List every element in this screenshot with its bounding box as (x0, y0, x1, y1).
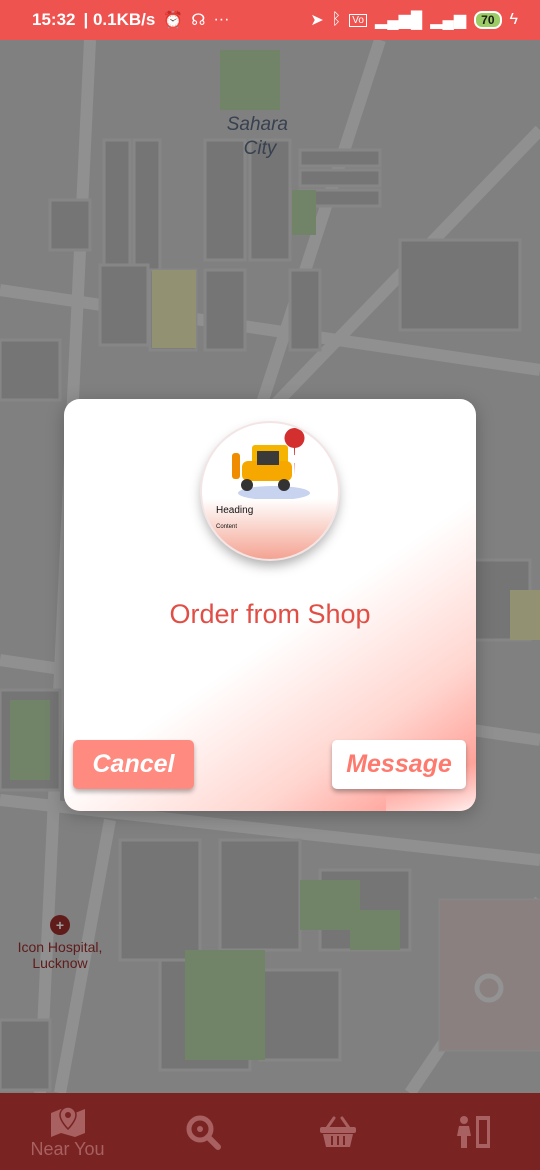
nav-item-search[interactable] (135, 1093, 270, 1170)
alarm-icon: ⏰ (163, 12, 184, 29)
status-bar: 15:32 | 0.1KB/s ⏰ ☊ ··· ➤ ᛒ Vo ▂▄▆█ ▂▄▆ … (0, 0, 540, 40)
message-button[interactable]: Message (332, 740, 466, 789)
status-network-speed: | 0.1KB/s (83, 10, 156, 29)
nav-label-near-you: Near You (30, 1139, 105, 1159)
cancel-button[interactable]: Cancel (73, 740, 194, 789)
battery-indicator: 70 (474, 11, 502, 29)
charging-icon: ϟ (509, 11, 518, 28)
basket-icon (319, 1116, 356, 1147)
person-door-icon (456, 1115, 490, 1148)
order-dialog: Heading Content Order from Shop Cancel M… (64, 399, 476, 811)
nav-item-profile[interactable] (405, 1093, 540, 1170)
search-icon (186, 1115, 221, 1150)
dialog-image: Heading Content (202, 423, 338, 559)
bluetooth-icon: ᛒ (331, 11, 342, 28)
nav-item-near-you[interactable]: Near You (0, 1093, 135, 1170)
volte-icon: Vo (349, 13, 367, 27)
location-icon: ➤ (310, 12, 324, 29)
nav-item-basket[interactable] (270, 1093, 405, 1170)
status-bar-right: ➤ ᛒ Vo ▂▄▆█ ▂▄▆ 70 ϟ (310, 10, 518, 30)
scooter-delivery-icon (232, 428, 310, 500)
dialog-image-content: Content (216, 524, 238, 530)
status-bar-left: 15:32 | 0.1KB/s ⏰ ☊ ··· (32, 10, 229, 30)
signal-icon: ▂▄▆█ (374, 12, 423, 29)
headset-icon: ☊ (191, 12, 206, 29)
status-time: 15:32 (32, 10, 76, 29)
map-pin-icon (50, 1106, 85, 1137)
dialog-image-heading: Heading (216, 505, 254, 516)
dialog-title: Order from Shop (169, 599, 371, 629)
signal-icon-2: ▂▄▆ (430, 12, 467, 29)
bottom-nav: Near You (0, 1093, 540, 1170)
more-icon: ··· (213, 11, 230, 28)
